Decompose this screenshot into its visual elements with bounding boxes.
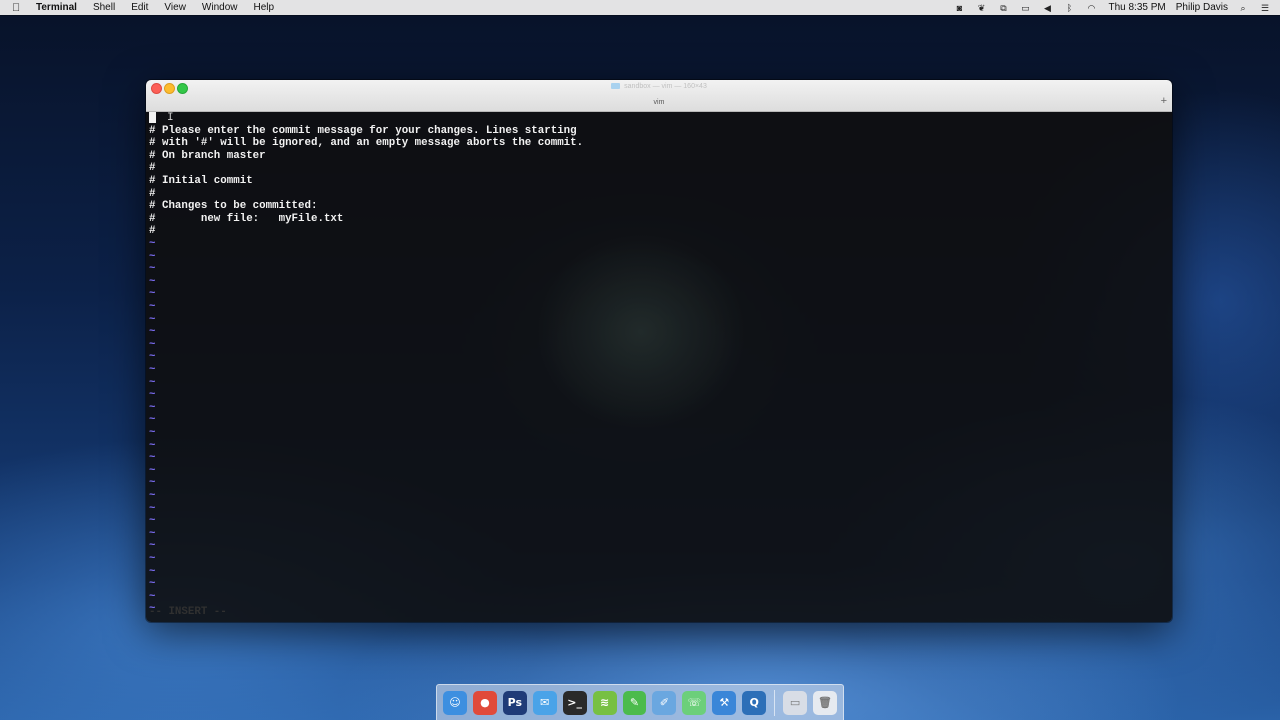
empty-line-tilde: ~ (149, 238, 156, 250)
empty-line-tilde: ~ (149, 376, 156, 389)
empty-line-tilde: ~ (149, 527, 156, 540)
mail-icon[interactable]: ✉ (532, 690, 557, 715)
window-title-text: sandbox — vim — 160×43 (624, 83, 707, 90)
trash-icon[interactable]: 🗑 (813, 690, 837, 715)
empty-line-tilde: ~ (149, 301, 156, 313)
terminal-icon[interactable]: >_ (562, 690, 587, 715)
photoshop-icon[interactable]: Ps (502, 690, 527, 715)
downloads-stack-icon[interactable]: ▭ (783, 690, 808, 715)
empty-line-tilde: ~ (149, 338, 156, 351)
notification-center-icon[interactable]: ☰ (1258, 3, 1272, 13)
menu-window[interactable]: Window (202, 2, 238, 13)
wifi-icon[interactable]: ◠ (1084, 3, 1098, 13)
menu-app-terminal[interactable]: Terminal (36, 2, 77, 13)
chrome-icon[interactable]: ● (472, 690, 497, 715)
buffer-line: # (149, 187, 156, 200)
menu-bar:  Terminal Shell Edit View Window Help ◙… (0, 0, 1280, 15)
menu-view[interactable]: View (164, 2, 186, 13)
empty-line-tilde: ~ (149, 263, 156, 276)
empty-line-tilde: ~ (149, 439, 156, 452)
empty-line-tilde: ~ (149, 578, 156, 591)
buffer-line: # (149, 225, 156, 238)
folder-icon (611, 83, 621, 90)
empty-line-tilde: ~ (149, 540, 156, 553)
title-bar[interactable]: sandbox — vim — 160×43 vim + (146, 80, 1172, 112)
status-area: ◙ ❦ ⧉ ▭ ◀ ᛒ ◠ Thu 8:35 PM Philip Davis ⌕… (944, 0, 1272, 15)
dropbox-icon[interactable]: ⧉ (996, 3, 1010, 13)
empty-line-tilde: ~ (149, 477, 156, 490)
buffer-line: # Initial commit (149, 175, 253, 187)
finder-icon[interactable]: ☺ (443, 690, 467, 715)
new-tab-button[interactable]: + (1161, 96, 1167, 107)
terminal-content[interactable]: # Please enter the commit message for yo… (146, 112, 1172, 622)
dock: ☺ ● Ps ✉ >_ ≋ ✎ ✐ ☏ ⚒ Q ▭ 🗑 (436, 684, 844, 720)
bluetooth-icon[interactable]: ᛒ (1062, 3, 1076, 13)
empty-line-tilde: ~ (149, 250, 156, 263)
vim-mode-indicator: -- INSERT -- (149, 606, 227, 618)
buffer-line: # Please enter the commit message for yo… (149, 124, 577, 137)
textedit-icon[interactable]: ✐ (652, 690, 677, 715)
clock[interactable]: Thu 8:35 PM (1108, 2, 1165, 13)
window-title: sandbox — vim — 160×43 (146, 83, 1172, 90)
empty-line-tilde: ~ (149, 515, 156, 528)
messages-icon[interactable]: ☏ (682, 690, 707, 715)
empty-line-tilde: ~ (149, 553, 156, 565)
empty-line-tilde: ~ (149, 275, 156, 288)
apple-menu-icon[interactable]:  (12, 2, 26, 14)
empty-line-tilde: ~ (149, 464, 156, 477)
evernote-icon[interactable]: ✎ (622, 690, 647, 715)
terminal-window: sandbox — vim — 160×43 vim + # Please en… (146, 80, 1172, 622)
spotify-icon[interactable]: ≋ (592, 690, 617, 715)
user-name[interactable]: Philip Davis (1176, 2, 1228, 13)
ibeam-mouse-pointer: I (167, 112, 174, 124)
empty-line-tilde: ~ (149, 401, 156, 414)
empty-line-tilde: ~ (149, 288, 156, 301)
empty-line-tilde: ~ (149, 351, 156, 364)
empty-line-tilde: ~ (149, 364, 156, 376)
buffer-line: # new file: myFile.txt (149, 212, 344, 225)
empty-line-tilde: ~ (149, 502, 156, 515)
empty-line-tilde: ~ (149, 326, 156, 339)
volume-icon[interactable]: ◀ (1040, 3, 1054, 13)
dock-separator (774, 689, 776, 716)
empty-line-tilde: ~ (149, 490, 156, 502)
empty-line-tilde: ~ (149, 590, 156, 603)
text-cursor (149, 112, 156, 123)
evernote-icon[interactable]: ❦ (974, 3, 988, 13)
empty-line-tilde: ~ (149, 565, 156, 578)
empty-line-tilde: ~ (149, 414, 156, 427)
airplay-icon[interactable]: ▭ (1018, 3, 1032, 13)
menu-edit[interactable]: Edit (131, 2, 148, 13)
buffer-line: # (149, 162, 156, 175)
tab-vim[interactable]: vim (146, 99, 1172, 106)
screen-record-icon[interactable]: ◙ (952, 3, 966, 13)
buffer-line: # Changes to be committed: (149, 200, 318, 213)
buffer-line: # with '#' will be ignored, and an empty… (149, 137, 584, 150)
menu-help[interactable]: Help (254, 2, 275, 13)
spotlight-icon[interactable]: ⌕ (1236, 3, 1250, 13)
menu-shell[interactable]: Shell (93, 2, 115, 13)
buffer-line: # On branch master (149, 149, 266, 162)
xcode-icon[interactable]: ⚒ (712, 690, 737, 715)
empty-line-tilde: ~ (149, 313, 156, 326)
quicktime-icon[interactable]: Q (742, 690, 767, 715)
empty-line-tilde: ~ (149, 452, 156, 465)
empty-line-tilde: ~ (149, 389, 156, 402)
empty-line-tilde: ~ (149, 427, 156, 439)
